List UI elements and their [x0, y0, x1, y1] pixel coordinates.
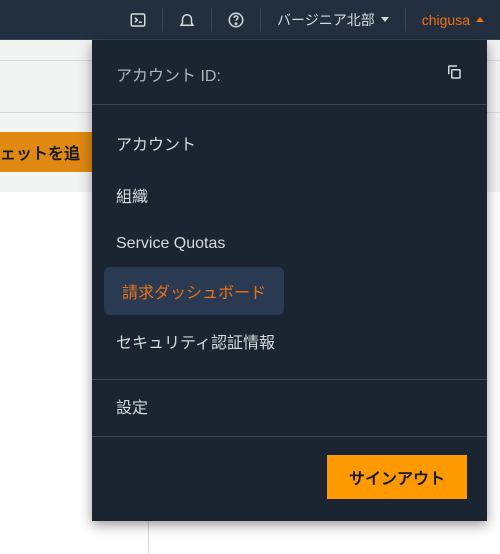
- menu-item-settings[interactable]: 設定: [116, 394, 463, 418]
- divider: [211, 8, 212, 32]
- caret-down-icon: [381, 17, 389, 22]
- account-header: アカウント ID:: [92, 40, 487, 105]
- menu-item-security-credentials[interactable]: セキュリティ認証情報: [92, 315, 487, 367]
- account-id-label: アカウント ID:: [116, 62, 221, 86]
- divider: [405, 8, 406, 32]
- account-id-row: アカウント ID:: [116, 62, 221, 86]
- menu-list: アカウント 組織 Service Quotas 請求ダッシュボード セキュリティ…: [92, 105, 487, 380]
- topbar: バージニア北部 chigusa: [0, 0, 500, 40]
- user-dropdown-panel: アカウント ID: アカウント 組織 Service Quotas 請求ダッシュ…: [92, 40, 487, 521]
- add-widget-button[interactable]: ジェットを追: [0, 132, 94, 172]
- user-label: chigusa: [422, 12, 470, 28]
- region-selector[interactable]: バージニア北部: [271, 10, 395, 30]
- menu-item-organization[interactable]: 組織: [92, 169, 487, 221]
- menu-item-billing-dashboard[interactable]: 請求ダッシュボード: [104, 267, 284, 315]
- signout-button[interactable]: サインアウト: [327, 455, 467, 499]
- caret-up-icon: [476, 17, 484, 22]
- help-icon[interactable]: [222, 6, 250, 34]
- content-inner: [148, 516, 486, 554]
- settings-section: 設定: [92, 380, 487, 437]
- copy-icon[interactable]: [445, 63, 463, 86]
- notifications-icon[interactable]: [173, 6, 201, 34]
- divider: [162, 8, 163, 32]
- user-menu-trigger[interactable]: chigusa: [416, 12, 490, 28]
- region-label: バージニア北部: [277, 10, 375, 30]
- menu-item-account[interactable]: アカウント: [92, 117, 487, 169]
- menu-item-service-quotas[interactable]: Service Quotas: [92, 221, 487, 267]
- signout-row: サインアウト: [92, 437, 487, 503]
- divider: [260, 8, 261, 32]
- cloudshell-icon[interactable]: [124, 6, 152, 34]
